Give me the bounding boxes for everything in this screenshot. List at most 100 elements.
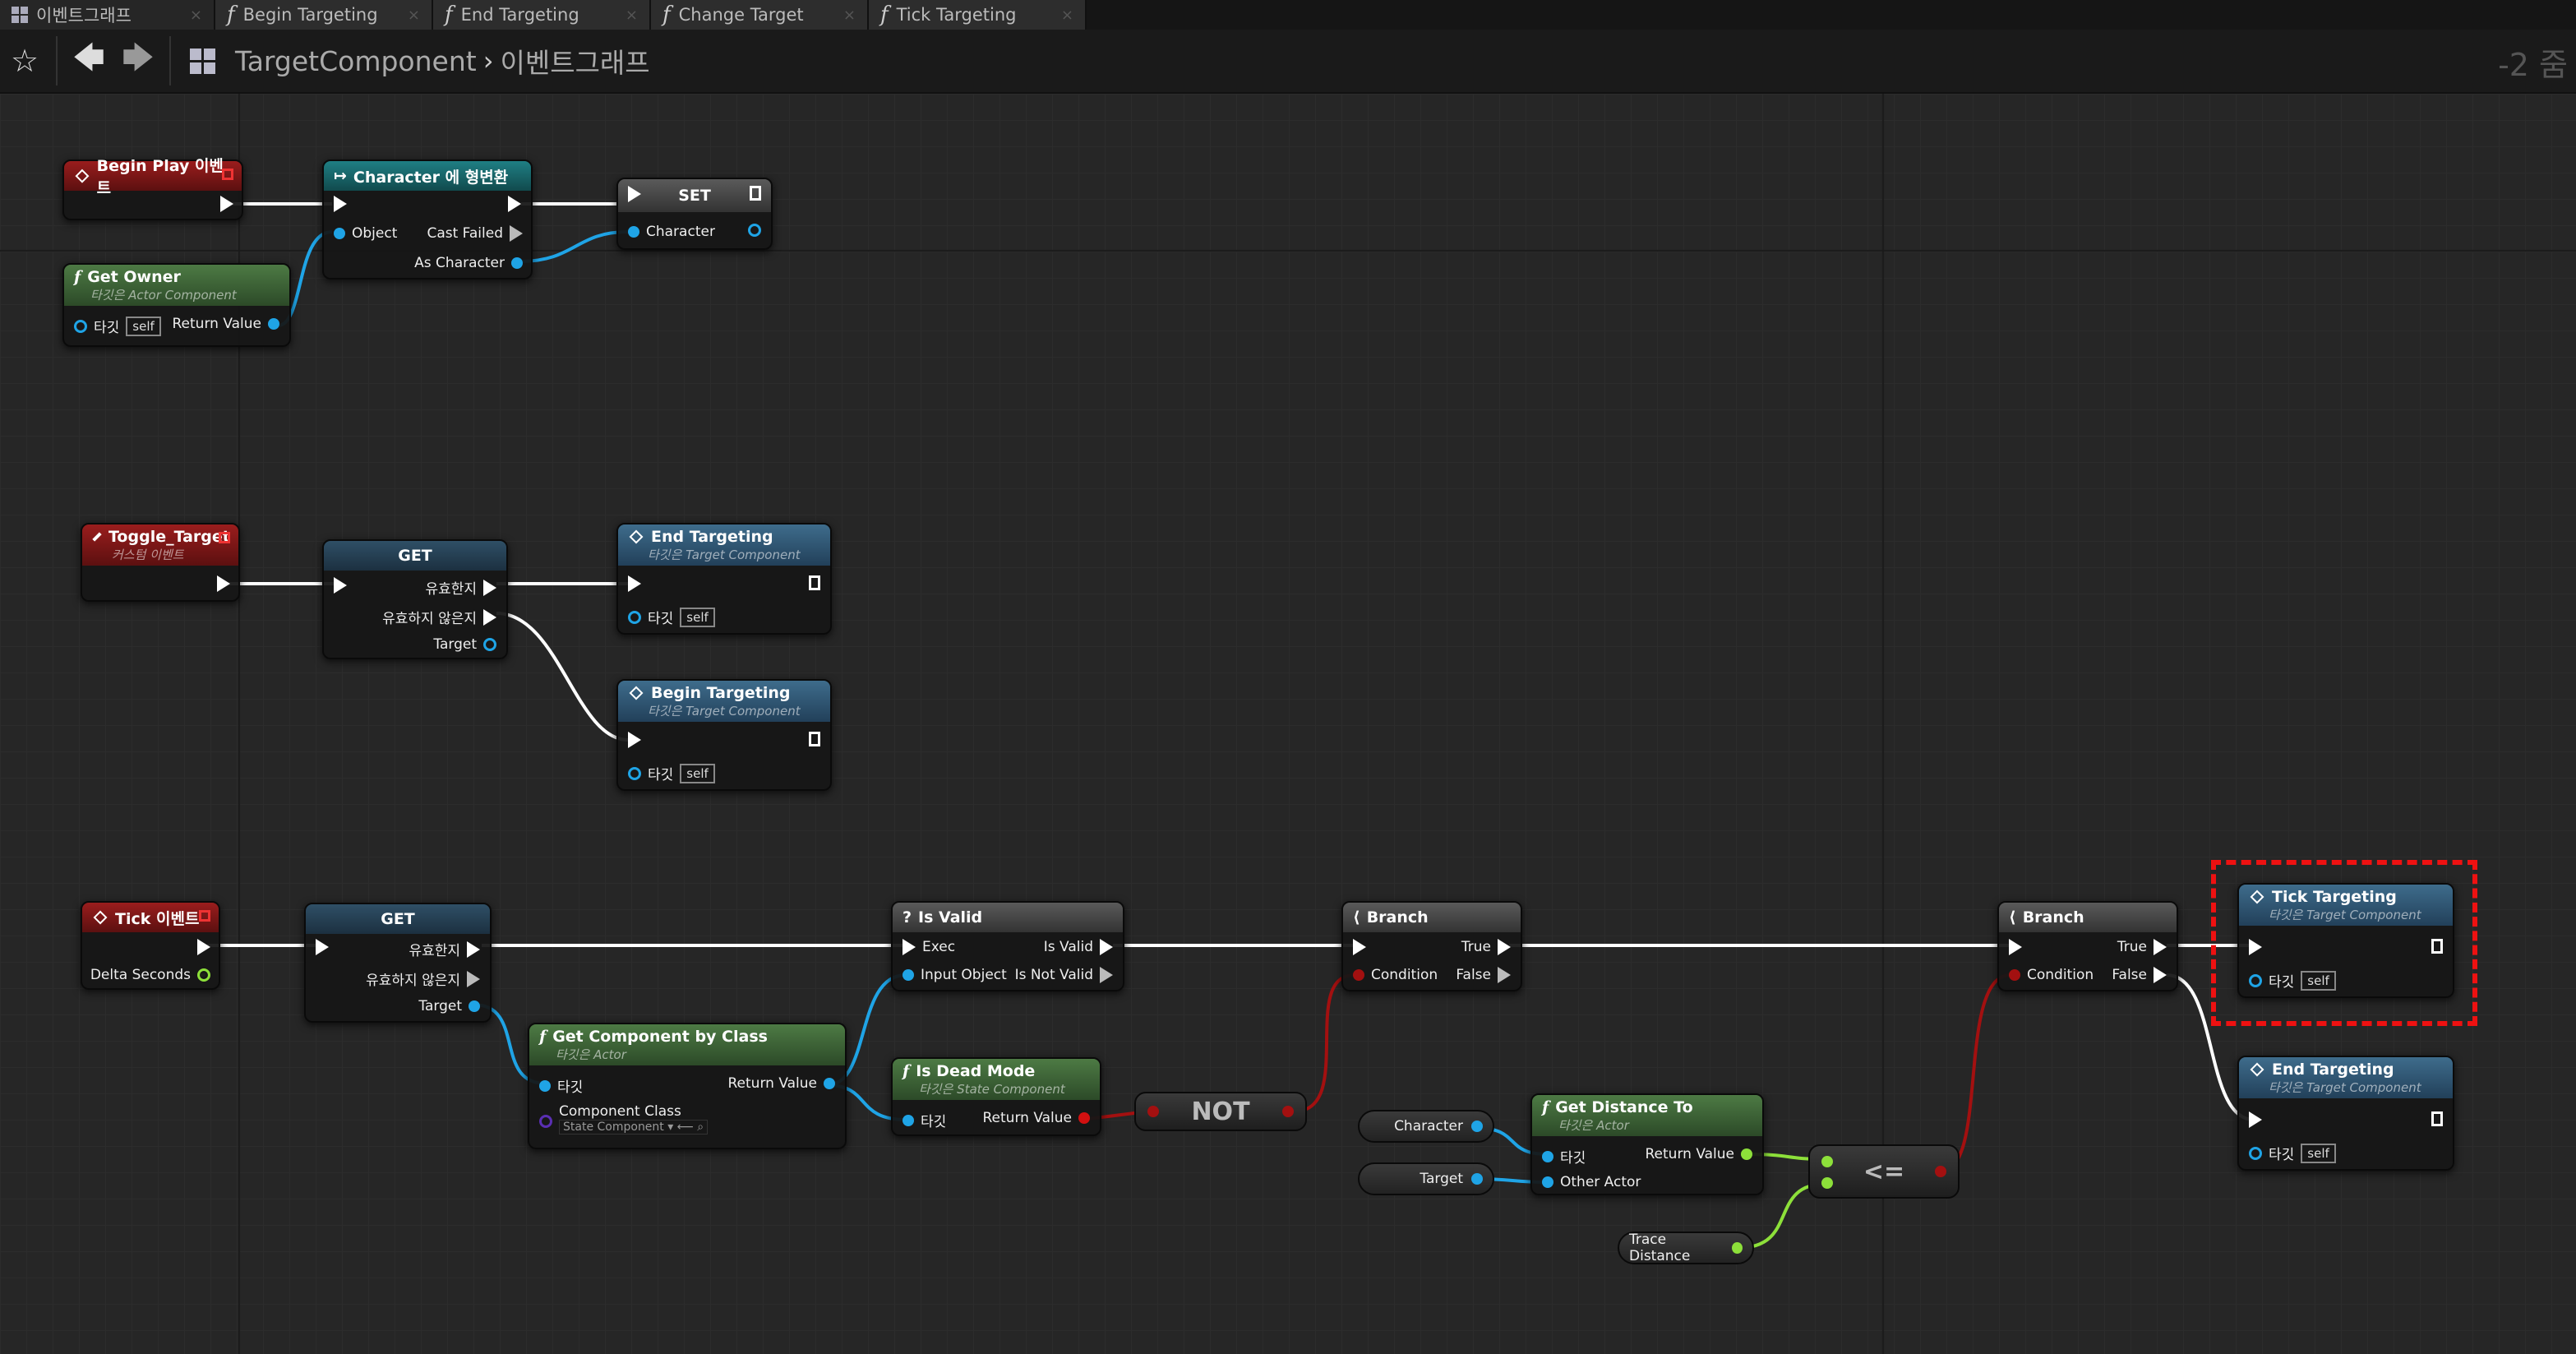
object-pin[interactable]	[628, 226, 639, 238]
object-pin[interactable]	[903, 1114, 914, 1126]
self-default[interactable]: self	[2301, 1143, 2336, 1163]
back-arrow-icon[interactable]: 🡄	[64, 36, 113, 85]
node-not[interactable]: NOT	[1134, 1092, 1307, 1131]
node-get-target-1[interactable]: GET 유효한지 유효하지 않은지 Target	[322, 539, 508, 659]
node-get-distance-to[interactable]: f Get Distance To 타깃은 Actor 타깃 Return Valu…	[1530, 1093, 1764, 1195]
exec-out-pin[interactable]	[467, 940, 480, 958]
node-is-dead-mode[interactable]: f Is Dead Mode 타깃은 State Component 타깃 Retu…	[891, 1057, 1101, 1136]
self-default[interactable]: self	[680, 607, 715, 627]
exec-out-pin[interactable]	[483, 579, 496, 596]
float-pin[interactable]	[1732, 1242, 1743, 1254]
breadcrumb-root[interactable]: TargetComponent	[235, 45, 477, 77]
node-get-component-by-class[interactable]: f Get Component by Class 타깃은 Actor 타깃 Retu…	[528, 1023, 847, 1149]
exec-in-pin[interactable]	[334, 196, 347, 212]
delegate-pin[interactable]	[219, 532, 230, 543]
object-pin[interactable]	[903, 969, 914, 981]
var-target[interactable]: Target	[1358, 1162, 1494, 1195]
exec-in-pin[interactable]	[2009, 939, 2022, 955]
var-trace-distance[interactable]: Trace Distance	[1618, 1232, 1754, 1264]
forward-arrow-icon[interactable]: 🡆	[113, 36, 163, 85]
object-pin[interactable]	[469, 1000, 480, 1012]
node-branch-1[interactable]: ⟨ Branch True Condition False	[1341, 901, 1522, 991]
node-tick-targeting[interactable]: Tick Targeting 타깃은 Target Component 타깃 sel…	[2237, 883, 2454, 998]
bool-pin[interactable]	[1282, 1106, 1294, 1117]
exec-out-pin[interactable]	[510, 225, 523, 242]
close-icon[interactable]: ×	[626, 7, 638, 24]
exec-out-pin[interactable]	[508, 196, 521, 212]
float-pin[interactable]	[1821, 1156, 1833, 1167]
object-pin[interactable]	[511, 257, 523, 269]
tab-change-target[interactable]: f Change Target ×	[651, 0, 869, 30]
node-begin-targeting[interactable]: Begin Targeting 타깃은 Target Component 타깃 se…	[616, 679, 832, 791]
bool-pin[interactable]	[2009, 969, 2020, 981]
bool-pin[interactable]	[1078, 1112, 1090, 1124]
object-pin[interactable]	[1542, 1176, 1553, 1188]
exec-out-pin[interactable]	[1100, 939, 1113, 955]
object-pin[interactable]	[1542, 1150, 1553, 1162]
exec-out-pin[interactable]	[809, 575, 820, 590]
exec-out-pin[interactable]	[809, 732, 820, 746]
object-pin[interactable]	[334, 228, 345, 239]
tab-event-graph[interactable]: 이벤트그래프 ×	[0, 0, 215, 30]
exec-in-pin[interactable]	[2249, 1111, 2262, 1128]
node-toggle-target[interactable]: Toggle_Target 커스텀 이벤트	[81, 523, 240, 602]
tab-end-targeting[interactable]: f End Targeting ×	[433, 0, 651, 30]
object-pin[interactable]	[824, 1078, 835, 1089]
node-get-owner[interactable]: f Get Owner 타깃은 Actor Component 타깃 self Ret…	[62, 263, 291, 347]
object-out-pin[interactable]	[748, 224, 761, 237]
exec-in-pin[interactable]	[628, 575, 641, 592]
close-icon[interactable]: ×	[408, 7, 420, 24]
exec-out-pin[interactable]	[2154, 939, 2167, 955]
self-default[interactable]: self	[126, 316, 161, 336]
node-tick-event[interactable]: Tick 이벤트 Delta Seconds	[81, 901, 220, 990]
object-pin[interactable]	[2249, 1146, 2262, 1160]
exec-out-pin[interactable]	[2431, 1111, 2443, 1126]
exec-out-pin[interactable]	[2154, 967, 2167, 983]
close-icon[interactable]: ×	[843, 7, 856, 24]
close-icon[interactable]: ×	[1061, 7, 1073, 24]
exec-out-pin[interactable]	[1498, 939, 1511, 955]
exec-out-pin[interactable]	[220, 196, 233, 212]
node-is-valid[interactable]: ? Is Valid Exec Is Valid Input Object Is …	[891, 901, 1124, 991]
exec-out-pin[interactable]	[1100, 967, 1113, 983]
exec-out-pin[interactable]	[750, 186, 761, 201]
class-dropdown[interactable]: State Component ▾ ⟵ ⌕	[559, 1120, 709, 1134]
object-pin[interactable]	[268, 318, 279, 330]
object-pin[interactable]	[483, 638, 496, 651]
tab-tick-targeting[interactable]: f Tick Targeting ×	[869, 0, 1087, 30]
object-pin[interactable]	[1471, 1173, 1483, 1185]
bool-pin[interactable]	[1353, 969, 1364, 981]
tab-begin-targeting[interactable]: f Begin Targeting ×	[215, 0, 433, 30]
float-pin[interactable]	[1741, 1148, 1752, 1160]
float-pin[interactable]	[1821, 1177, 1833, 1189]
object-pin[interactable]	[628, 766, 641, 780]
graph-canvas[interactable]	[0, 94, 2576, 1354]
float-pin[interactable]	[197, 968, 210, 982]
node-less-equal[interactable]: <=	[1808, 1144, 1960, 1199]
favorite-star-icon[interactable]: ☆	[0, 36, 49, 85]
self-default[interactable]: self	[2301, 970, 2336, 991]
delegate-pin[interactable]	[222, 169, 233, 180]
bool-pin[interactable]	[1147, 1106, 1159, 1117]
exec-in-pin[interactable]	[316, 939, 329, 955]
node-set-character[interactable]: SET Character	[616, 178, 773, 250]
exec-out-pin[interactable]	[217, 575, 230, 592]
exec-in-pin[interactable]	[628, 732, 641, 748]
close-icon[interactable]: ×	[190, 7, 202, 24]
object-pin[interactable]	[2249, 973, 2262, 987]
object-pin[interactable]	[74, 319, 87, 333]
object-pin[interactable]	[628, 610, 641, 624]
object-pin[interactable]	[539, 1079, 551, 1092]
exec-out-pin[interactable]	[2431, 939, 2443, 954]
exec-in-pin[interactable]	[628, 186, 641, 202]
node-end-targeting-2[interactable]: End Targeting 타깃은 Target Component 타깃 self	[2237, 1056, 2454, 1171]
exec-in-pin[interactable]	[2249, 939, 2262, 955]
exec-in-pin[interactable]	[334, 577, 347, 594]
node-begin-play[interactable]: Begin Play 이벤트	[62, 157, 243, 220]
exec-out-pin[interactable]	[483, 608, 496, 626]
node-get-target-2[interactable]: GET 유효한지 유효하지 않은지 Target	[304, 903, 492, 1023]
var-character[interactable]: Character	[1358, 1110, 1494, 1143]
exec-in-pin[interactable]	[903, 939, 916, 955]
node-branch-2[interactable]: ⟨ Branch True Condition False	[1997, 901, 2178, 991]
node-end-targeting-1[interactable]: End Targeting 타깃은 Target Component 타깃 self	[616, 523, 832, 635]
